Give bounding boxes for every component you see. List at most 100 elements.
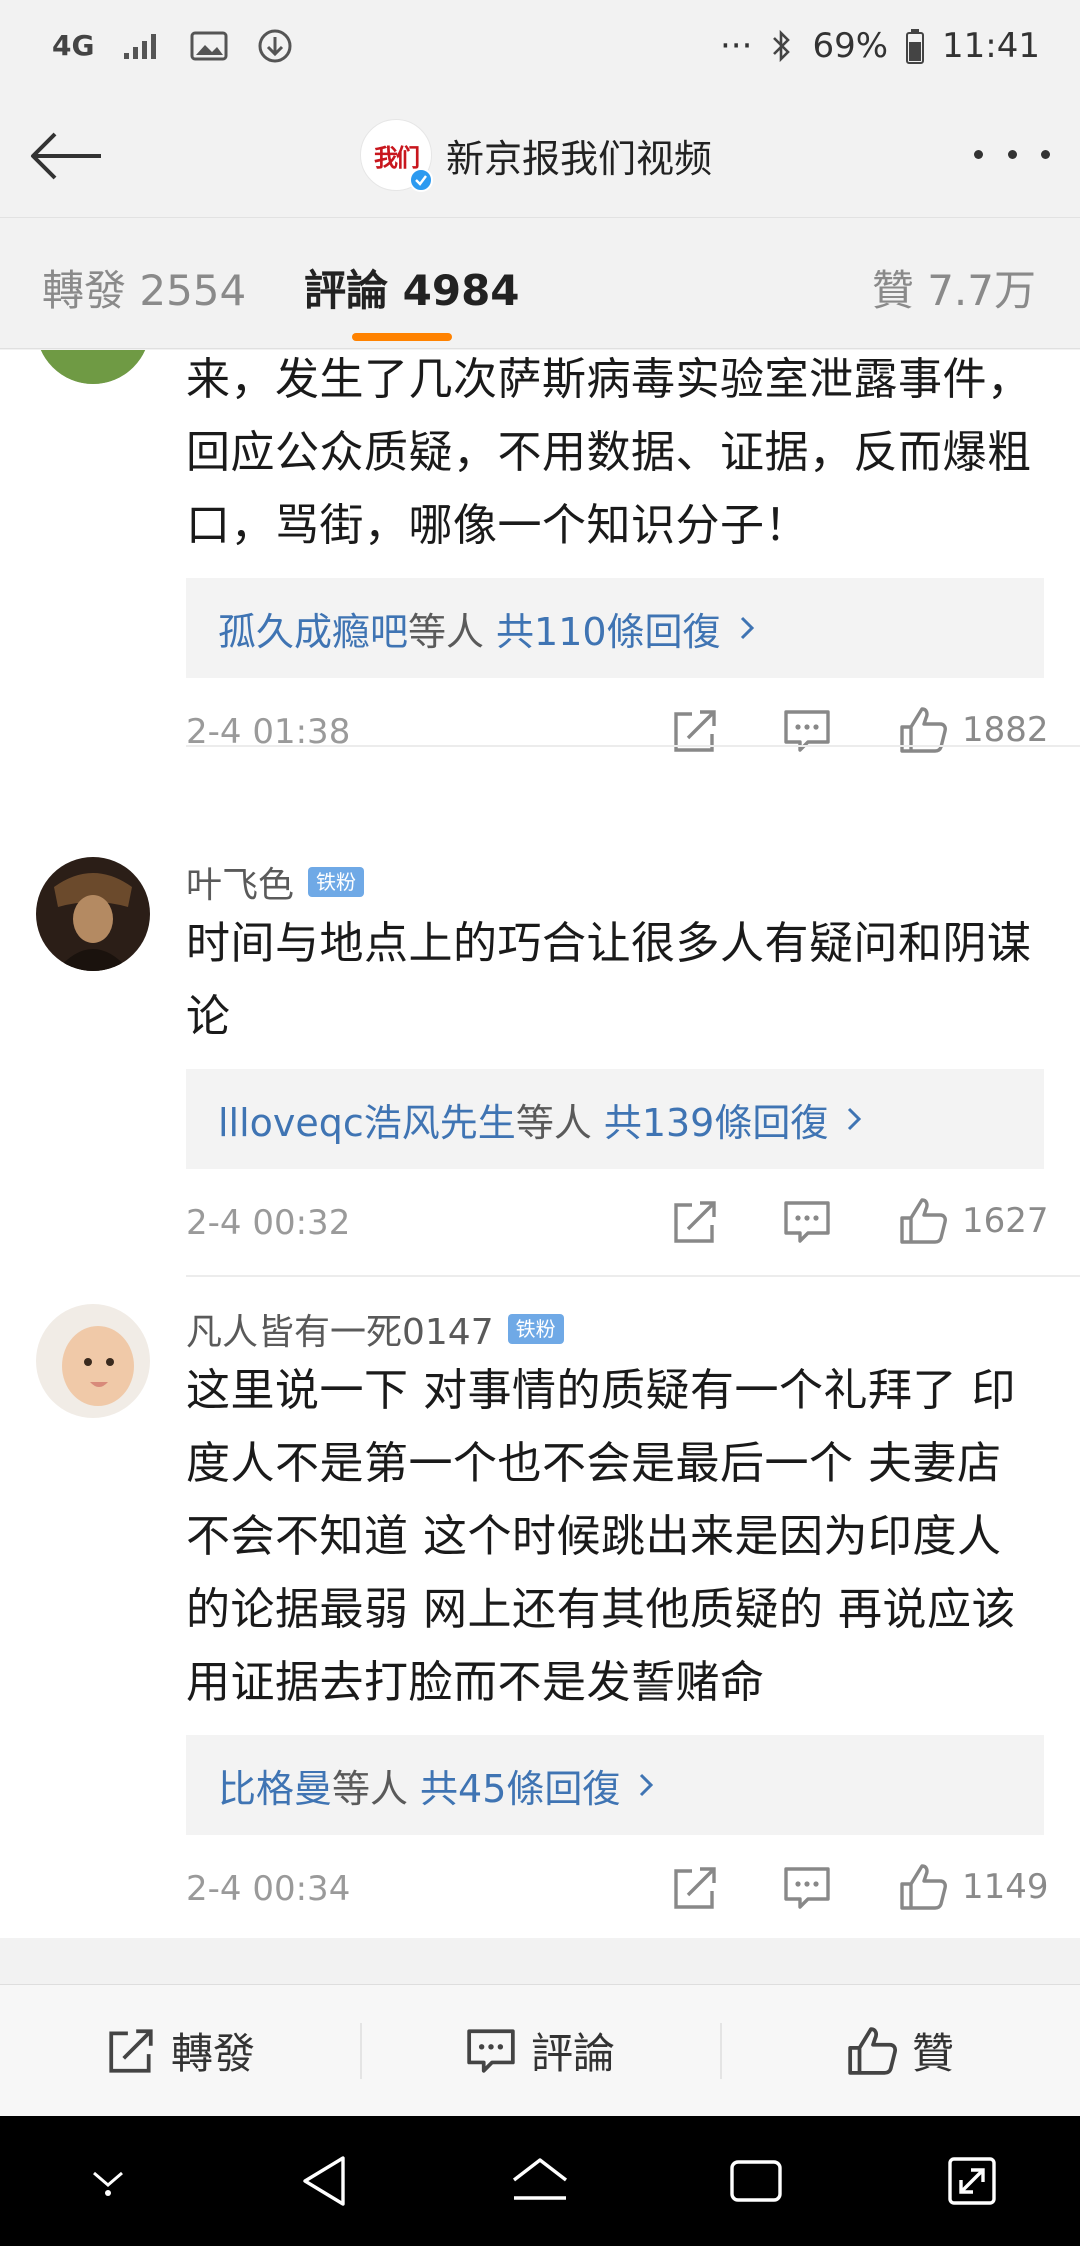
reply-suffix: 等人	[332, 1766, 409, 1811]
like-label: 贊	[911, 2029, 954, 2078]
avatar[interactable]	[36, 350, 150, 384]
reply-user[interactable]: llloveqc浩风先生	[218, 1092, 516, 1147]
chevron-right-icon	[739, 615, 755, 641]
comment-text: 时间与地点上的巧合让很多人有疑问和阴谋论	[186, 918, 1032, 1042]
comment-button[interactable]: 評論	[360, 1985, 720, 2116]
share-icon	[674, 710, 716, 752]
repost-comment-button[interactable]	[670, 1863, 720, 1913]
tab-bar: 轉發 2554 評論 4984 贊 7.7万	[0, 219, 1080, 349]
comment-icon	[784, 710, 830, 752]
tab-like[interactable]: 贊 7.7万	[872, 257, 1036, 318]
active-tab-indicator	[352, 333, 452, 341]
thumbs-up-icon	[900, 707, 947, 753]
like-count: 1882	[962, 710, 1049, 750]
comment-text: 公众的质疑是合情合理的，自2003年以来，发生了几次萨斯病毒实验室泄露事件，回应…	[186, 354, 1032, 551]
download-icon	[256, 27, 294, 65]
comment-time: 2-4 00:34	[186, 1869, 351, 1909]
comment-icon	[784, 1201, 830, 1243]
tab-comment[interactable]: 評論 4984	[304, 257, 520, 318]
author-name[interactable]: 叶飞色	[186, 856, 294, 908]
like-count: 1149	[962, 1867, 1049, 1907]
repost-label: 轉發	[170, 2029, 255, 2078]
comment-body: 叶飞色 铁粉 时间与地点上的巧合让很多人有疑问和阴谋论 llloveqc浩风先生…	[186, 857, 1049, 1273]
reply-total[interactable]: 共110條回復	[496, 601, 721, 656]
comment-time: 2-4 00:32	[186, 1203, 351, 1243]
comment-divider	[186, 1275, 1080, 1277]
more-dot-icon	[974, 149, 983, 159]
reply-user[interactable]: 孤久成瘾吧	[218, 601, 408, 656]
system-recents-button[interactable]	[711, 2136, 801, 2226]
recents-icon	[730, 2160, 782, 2202]
tab-repost[interactable]: 轉發 2554	[42, 257, 246, 318]
triangle-back-icon	[303, 2156, 345, 2206]
repost-comment-button[interactable]	[670, 706, 720, 756]
clock: 11:41	[942, 26, 1040, 66]
battery-percent: 69%	[812, 26, 889, 66]
like-button[interactable]: 贊	[720, 1985, 1080, 2116]
system-back-button[interactable]	[279, 2136, 369, 2226]
reply-user[interactable]: 比格曼	[218, 1758, 332, 1813]
reply-total[interactable]: 共45條回復	[420, 1758, 620, 1813]
like-count: 1627	[962, 1201, 1049, 1241]
comment-author: 叶飞色 铁粉	[186, 857, 1044, 907]
chevron-down-icon	[93, 2171, 123, 2196]
bottom-action-bar: 轉發 評論 贊	[0, 1984, 1080, 2116]
chevron-right-icon	[846, 1106, 862, 1132]
back-button[interactable]	[26, 116, 106, 196]
arrow-left-icon	[31, 132, 101, 180]
expand-icon	[948, 2157, 996, 2205]
account-logo-text: 我们	[374, 142, 420, 172]
more-dot-icon	[1007, 149, 1017, 159]
replies-link[interactable]: llloveqc浩风先生 等人 共139條回復	[186, 1069, 1044, 1169]
reply-suffix: 等人	[515, 1100, 592, 1145]
share-icon	[674, 1201, 716, 1243]
reply-comment-button[interactable]	[782, 1197, 832, 1247]
comment-footer: 2-4 01:38 1882	[186, 678, 1049, 782]
replies-link[interactable]: 比格曼 等人 共45條回復	[186, 1735, 1044, 1835]
account-title[interactable]: 我们 新京报我们视频	[360, 114, 712, 196]
system-home-button[interactable]	[495, 2136, 585, 2226]
thumbs-up-icon	[900, 1864, 947, 1910]
comment-icon	[784, 1867, 830, 1909]
avatar[interactable]	[36, 857, 150, 971]
page-header: 我们 新京报我们视频	[0, 92, 1080, 218]
account-name[interactable]: 新京报我们视频	[446, 128, 712, 183]
repost-button[interactable]: 轉發	[0, 1985, 360, 2116]
more-options-button[interactable]	[974, 132, 1050, 176]
comment-list: 公众的质疑是合情合理的，自2003年以来，发生了几次萨斯病毒实验室泄露事件，回应…	[0, 350, 1080, 1938]
reply-total[interactable]: 共139條回復	[604, 1092, 829, 1147]
author-name[interactable]: 凡人皆有一死0147	[186, 1303, 494, 1355]
like-comment-button[interactable]: 1149	[898, 1857, 1049, 1917]
signal-icon	[122, 31, 162, 61]
comment-body: 公众的质疑是合情合理的，自2003年以来，发生了几次萨斯病毒实验室泄露事件，回应…	[186, 350, 1049, 782]
thumbs-up-icon	[848, 2026, 897, 2075]
avatar[interactable]	[36, 1304, 150, 1418]
collapse-button[interactable]	[63, 2136, 153, 2226]
battery-icon	[906, 28, 925, 64]
thumbs-up-icon	[900, 1198, 947, 1244]
reply-suffix: 等人	[408, 609, 485, 654]
rotate-screen-button[interactable]	[927, 2136, 1017, 2226]
repost-comment-button[interactable]	[670, 1197, 720, 1247]
like-comment-button[interactable]: 1627	[898, 1191, 1049, 1251]
comment-author: 凡人皆有一死0147 铁粉	[186, 1304, 1044, 1354]
replies-link[interactable]: 孤久成瘾吧 等人 共110條回復	[186, 578, 1044, 678]
comment-text: 这里说一下 对事情的质疑有一个礼拜了 印度人不是第一个也不会是最后一个 夫妻店不…	[186, 1365, 1016, 1708]
chevron-right-icon	[638, 1772, 654, 1798]
reply-comment-button[interactable]	[782, 1863, 832, 1913]
comment-divider	[186, 745, 1080, 747]
verified-icon	[409, 168, 433, 192]
reply-comment-button[interactable]	[782, 706, 832, 756]
share-icon	[674, 1867, 716, 1909]
bluetooth-icon	[770, 28, 794, 64]
comment-footer: 2-4 00:34 1149	[186, 1835, 1049, 1938]
network-type: 4G	[52, 29, 95, 62]
account-avatar[interactable]: 我们	[360, 119, 433, 192]
fan-badge: 铁粉	[507, 1314, 564, 1344]
home-icon	[512, 2158, 568, 2200]
comment-footer: 2-4 00:32 1627	[186, 1169, 1049, 1273]
comment-icon	[467, 2028, 515, 2073]
comment-body: 凡人皆有一死0147 铁粉 这里说一下 对事情的质疑有一个礼拜了 印度人不是第一…	[186, 1304, 1049, 1938]
status-bar: 4G ··· 69% 11:41	[0, 0, 1080, 92]
like-comment-button[interactable]: 1882	[898, 700, 1049, 760]
